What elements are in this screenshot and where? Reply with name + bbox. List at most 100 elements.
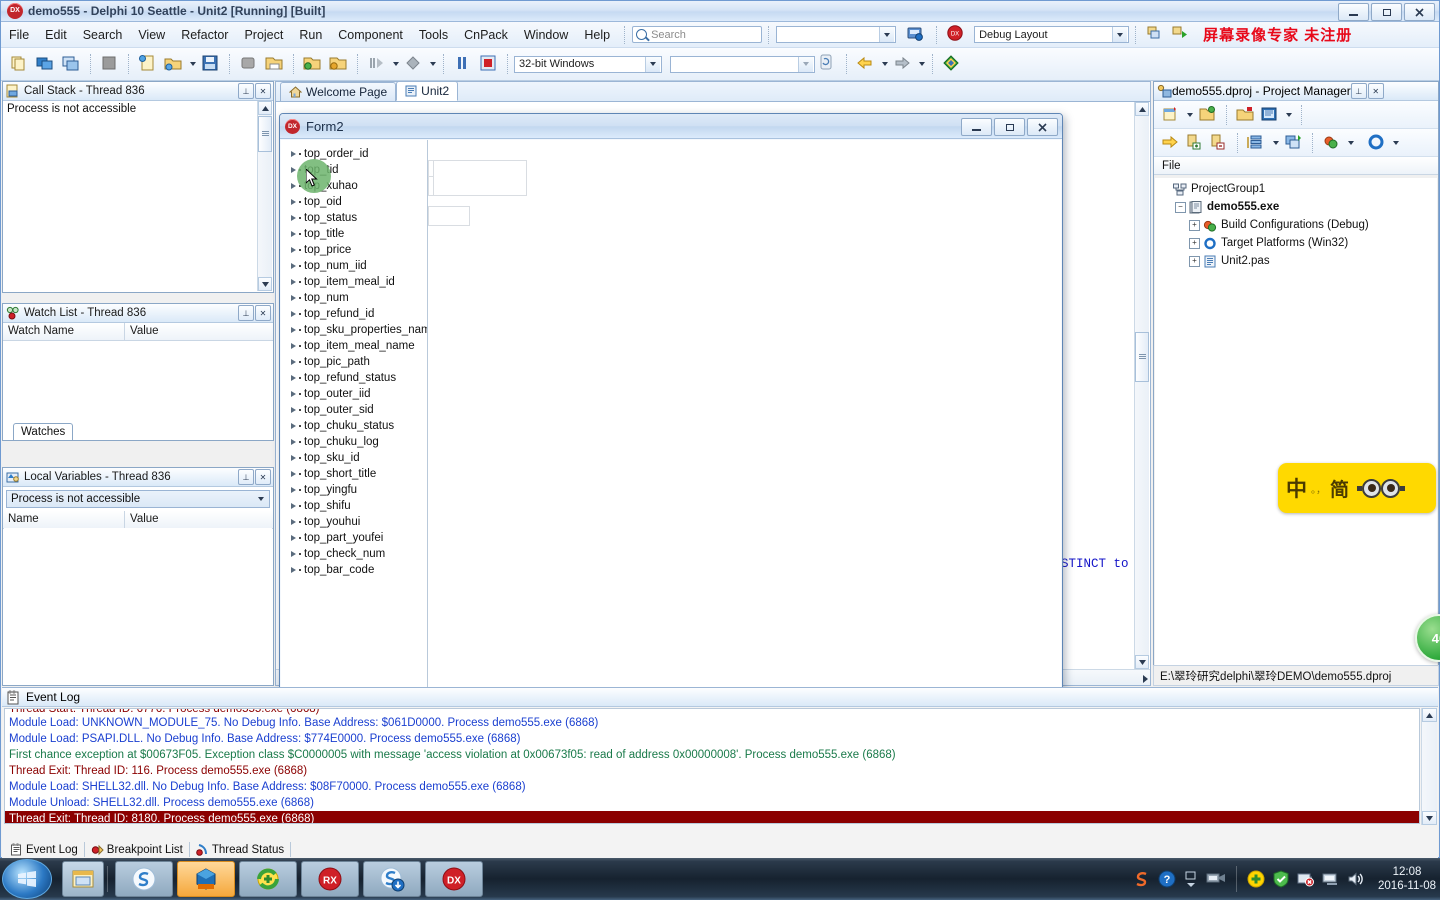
close-icon[interactable]: ✕ xyxy=(255,83,271,99)
menu-tools[interactable]: Tools xyxy=(411,25,456,45)
column-value[interactable]: Value xyxy=(125,511,164,528)
sync-icon[interactable] xyxy=(1283,132,1305,154)
event-log-line[interactable]: First chance exception at $00673F05. Exc… xyxy=(5,747,1419,763)
expand-arrow-icon[interactable] xyxy=(291,455,296,461)
tree-node[interactable]: top_sku_id xyxy=(281,450,427,466)
tree-node[interactable]: top_outer_sid xyxy=(281,402,427,418)
chevron-down-icon[interactable] xyxy=(916,54,927,74)
ime-mode-label[interactable]: 中 xyxy=(1286,473,1307,503)
config-combo[interactable] xyxy=(670,55,815,73)
step-over-icon[interactable] xyxy=(855,53,877,75)
chevron-down-icon[interactable] xyxy=(798,56,813,72)
expand-icon[interactable]: + xyxy=(1189,255,1200,267)
expand-arrow-icon[interactable] xyxy=(291,279,296,285)
expand-arrow-icon[interactable] xyxy=(291,359,296,365)
sync-edit-icon[interactable] xyxy=(817,53,839,75)
expand-icon[interactable]: + xyxy=(1189,219,1200,231)
grid-cell[interactable] xyxy=(433,160,527,196)
expand-arrow-icon[interactable] xyxy=(291,503,296,509)
field-tree-nodes[interactable]: top_order_idtop_tidtop_xuhaotop_oidtop_s… xyxy=(281,140,427,578)
editor-vertical-scrollbar[interactable] xyxy=(1134,102,1149,669)
tree-node[interactable]: top_order_id xyxy=(281,146,427,162)
menu-component[interactable]: Component xyxy=(330,25,411,45)
tree-node[interactable]: top_item_meal_name xyxy=(281,338,427,354)
event-log-line[interactable]: Thread Exit: Thread ID: 116. Process dem… xyxy=(5,763,1419,779)
tree-node[interactable]: top_short_title xyxy=(281,466,427,482)
ime-floating-bar[interactable]: 中 。， 简 xyxy=(1278,463,1436,513)
collapse-icon[interactable]: − xyxy=(1175,201,1186,213)
event-log-tab[interactable]: Breakpoint List xyxy=(85,842,190,857)
new-item-icon[interactable] xyxy=(137,53,159,75)
expand-arrow-icon[interactable] xyxy=(291,471,296,477)
target-platform-icon[interactable] xyxy=(1366,132,1388,154)
pin-button[interactable]: ⊥ xyxy=(238,83,254,99)
call-stack-body[interactable]: Process is not accessible xyxy=(3,101,258,292)
menu-search[interactable]: Search xyxy=(75,25,131,45)
update-icon[interactable] xyxy=(1247,870,1265,888)
event-log-scrollbar[interactable] xyxy=(1421,708,1437,825)
close-all-icon[interactable] xyxy=(238,53,260,75)
expand-arrow-icon[interactable] xyxy=(291,151,296,157)
tree-node[interactable]: top_chuku_log xyxy=(281,434,427,450)
scroll-up-arrow[interactable] xyxy=(1135,102,1149,116)
tree-node[interactable]: top_outer_iid xyxy=(281,386,427,402)
add-file-icon[interactable] xyxy=(1184,132,1206,154)
pause-icon[interactable] xyxy=(452,53,474,75)
scrollbar-thumb[interactable] xyxy=(258,116,272,152)
tree-node[interactable]: top_title xyxy=(281,226,427,242)
trace-icon[interactable] xyxy=(403,53,425,75)
ime-skin-icon[interactable] xyxy=(1357,478,1406,498)
open-file-icon[interactable] xyxy=(9,53,31,75)
volume-icon[interactable] xyxy=(1347,870,1365,888)
event-log-list[interactable]: Thread Start: Thread ID: 6776. Process d… xyxy=(4,708,1420,824)
event-log-line[interactable]: Thread Start: Thread ID: 6776. Process d… xyxy=(5,709,1419,715)
menu-cnpack[interactable]: CnPack xyxy=(456,25,516,45)
expand-arrow-icon[interactable] xyxy=(291,215,296,221)
tab-unit2[interactable]: Unit2 xyxy=(396,81,459,101)
remove-file-icon[interactable] xyxy=(1208,132,1230,154)
column-name[interactable]: Name xyxy=(3,511,125,528)
tree-node[interactable]: top_pic_path xyxy=(281,354,427,370)
menu-refactor[interactable]: Refactor xyxy=(173,25,236,45)
expand-arrow-icon[interactable] xyxy=(291,439,296,445)
menu-view[interactable]: View xyxy=(130,25,173,45)
event-log-tab[interactable]: Event Log xyxy=(4,842,85,857)
scroll-down-arrow[interactable] xyxy=(1135,655,1149,669)
open-folder-icon[interactable] xyxy=(1235,104,1257,126)
chevron-down-icon[interactable] xyxy=(645,56,660,72)
battery-icon[interactable] xyxy=(1297,870,1315,888)
close-button[interactable] xyxy=(1404,3,1435,21)
event-log-line[interactable]: Thread Exit: Thread ID: 8180. Process de… xyxy=(5,811,1419,823)
taskbar-item-downloader[interactable] xyxy=(363,861,421,897)
field-tree[interactable]: top_order_idtop_tidtop_xuhaotop_oidtop_s… xyxy=(281,140,428,709)
tab-watches[interactable]: Watches xyxy=(13,423,74,440)
chevron-down-icon[interactable] xyxy=(1270,133,1281,153)
tab-welcome-page[interactable]: Welcome Page xyxy=(280,82,397,101)
maximize-button[interactable] xyxy=(1371,3,1402,21)
tree-node[interactable]: top_part_youfei xyxy=(281,530,427,546)
chevron-down-icon[interactable] xyxy=(253,491,269,507)
expand-arrow-icon[interactable] xyxy=(291,551,296,557)
program-reset-icon[interactable] xyxy=(478,53,500,75)
menu-project[interactable]: Project xyxy=(236,25,291,45)
chevron-down-icon[interactable] xyxy=(1184,105,1195,125)
menu-window[interactable]: Window xyxy=(516,25,576,45)
scroll-up-arrow[interactable] xyxy=(258,101,272,115)
expand-arrow-icon[interactable] xyxy=(291,407,296,413)
pin-button[interactable]: ⊥ xyxy=(1350,83,1367,99)
add-to-project-icon[interactable] xyxy=(302,53,324,75)
call-stack-scrollbar[interactable] xyxy=(257,101,272,291)
event-log-line[interactable]: Module Load: PSAPI.DLL. No Debug Info. B… xyxy=(5,731,1419,747)
event-log-tab[interactable]: Thread Status xyxy=(190,842,292,857)
expand-arrow-icon[interactable] xyxy=(291,247,296,253)
pin-button[interactable]: ⊥ xyxy=(238,305,254,321)
scrollbar-thumb[interactable] xyxy=(1135,332,1149,382)
close-icon[interactable]: ✕ xyxy=(255,469,271,485)
taskbar-item-sogou[interactable] xyxy=(115,861,173,897)
grid-cell[interactable] xyxy=(428,206,470,226)
scroll-down-arrow[interactable] xyxy=(258,277,272,291)
chevron-down-icon[interactable] xyxy=(187,54,198,74)
project-tree-row[interactable]: + Build Configurations (Debug) xyxy=(1155,216,1437,234)
ime-punctuation-label[interactable]: 。， xyxy=(1311,481,1326,496)
tree-node[interactable]: top_refund_status xyxy=(281,370,427,386)
